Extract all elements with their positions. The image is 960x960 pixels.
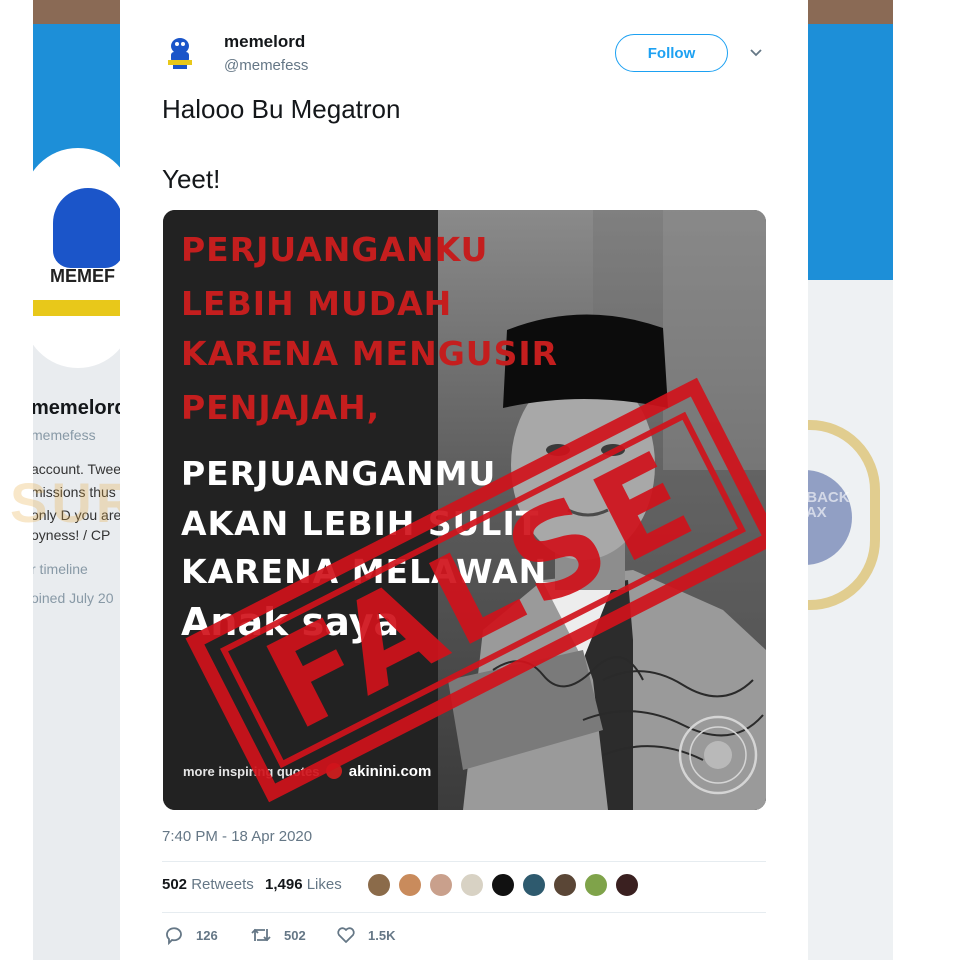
quote-line-white: AKAN LEBIH SULIT bbox=[181, 504, 540, 543]
profile-name: memelord bbox=[33, 397, 127, 419]
like-button[interactable]: 1.5K bbox=[336, 924, 395, 946]
tweet-author-handle[interactable]: @memefess bbox=[224, 57, 308, 74]
tweet-text-line: Halooo Bu Megatron bbox=[162, 94, 401, 124]
avatar-mascot-icon bbox=[53, 188, 123, 268]
background-right-panel bbox=[808, 280, 893, 960]
likes-stat[interactable]: 1,496 Likes bbox=[265, 876, 342, 893]
quote-line-red: PENJAJAH, bbox=[181, 388, 381, 427]
tweet-media-image[interactable]: PERJUANGANKU LEBIH MUDAH KARENA MENGUSIR… bbox=[163, 210, 766, 810]
reply-button[interactable]: 126 bbox=[164, 924, 218, 946]
image-footer-text: more inspiring quotes bbox=[183, 764, 320, 779]
quote-line-white: KARENA MELAWAN bbox=[181, 552, 548, 591]
profile-handle: memefess bbox=[33, 427, 96, 443]
chevron-down-icon[interactable] bbox=[748, 45, 764, 61]
like-count: 1.5K bbox=[368, 927, 396, 943]
reply-count: 126 bbox=[196, 927, 218, 943]
retweet-button[interactable]: 502 bbox=[250, 924, 306, 946]
retweets-label: Retweets bbox=[191, 876, 254, 893]
likes-count: 1,496 bbox=[265, 876, 303, 893]
profile-avatar[interactable]: MEMEF bbox=[33, 148, 133, 368]
retweet-icon bbox=[251, 928, 271, 942]
tweet-author-avatar[interactable] bbox=[160, 32, 200, 72]
heart-icon bbox=[337, 927, 355, 943]
profile-joined-date: oined July 20 bbox=[33, 590, 114, 606]
quote-logo-icon bbox=[326, 763, 343, 779]
image-footer-brand: akinini.com bbox=[348, 763, 432, 780]
liker-avatar[interactable] bbox=[490, 872, 516, 898]
liker-avatar[interactable] bbox=[614, 872, 640, 898]
quote-line-red: KARENA MENGUSIR bbox=[181, 334, 559, 373]
profile-banner-right bbox=[808, 24, 893, 280]
retweet-count: 502 bbox=[284, 927, 306, 943]
divider bbox=[162, 912, 766, 913]
liker-avatar[interactable] bbox=[583, 872, 609, 898]
image-footer: more inspiring quotes akinini.com bbox=[183, 763, 431, 780]
avatar-logo-text: MEMEF bbox=[50, 266, 115, 286]
quote-emphasis: Anak saya bbox=[181, 600, 400, 644]
reply-icon bbox=[166, 927, 182, 945]
profile-timeline-link[interactable]: r timeline bbox=[33, 561, 88, 577]
quote-line-red: LEBIH MUDAH bbox=[181, 284, 453, 323]
tweet-timestamp[interactable]: 7:40 PM - 18 Apr 2020 bbox=[162, 828, 312, 845]
liker-avatar[interactable] bbox=[366, 872, 392, 898]
liker-avatar[interactable] bbox=[397, 872, 423, 898]
liker-avatar[interactable] bbox=[428, 872, 454, 898]
divider bbox=[162, 861, 766, 862]
mascot-avatar-icon bbox=[168, 38, 192, 69]
tweet-author-name[interactable]: memelord bbox=[224, 32, 305, 52]
retweets-count: 502 bbox=[162, 876, 188, 893]
avatar-logo-bar bbox=[33, 300, 123, 316]
quote-line-white: PERJUANGANMU bbox=[181, 454, 497, 493]
follow-button[interactable]: Follow bbox=[615, 34, 728, 72]
liker-avatar[interactable] bbox=[521, 872, 547, 898]
tweet-card: memelord @memefess Follow Halooo Bu Mega… bbox=[120, 0, 808, 960]
tweet-text-line: Yeet! bbox=[162, 164, 221, 194]
liker-avatar[interactable] bbox=[459, 872, 485, 898]
likes-label: Likes bbox=[306, 876, 342, 893]
retweets-stat[interactable]: 502 Retweets bbox=[162, 876, 254, 893]
liker-avatar[interactable] bbox=[552, 872, 578, 898]
screenshot-stage: MEMEF memelord memefess account. Twee mi… bbox=[0, 0, 960, 960]
quote-line-red: PERJUANGANKU bbox=[181, 230, 489, 269]
